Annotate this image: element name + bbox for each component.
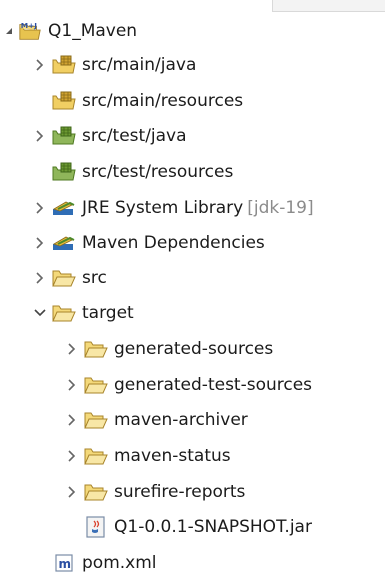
collapsed-arrow-icon[interactable] <box>32 55 48 75</box>
tree-node-maven-archiver[interactable]: maven-archiver <box>64 405 248 435</box>
tree-node-label: src <box>82 268 107 288</box>
test-package-folder-icon <box>52 161 76 183</box>
tree-node-label: pom.xml <box>82 553 157 573</box>
folder-icon <box>52 302 76 324</box>
tree-node-jar-file[interactable]: Q1-0.0.1-SNAPSHOT.jar <box>64 512 312 542</box>
package-folder-icon <box>52 90 76 112</box>
package-folder-icon <box>52 54 76 76</box>
collapsed-arrow-icon[interactable] <box>64 375 80 395</box>
tree-node-label: Maven Dependencies <box>82 233 265 253</box>
tree-node-label: generated-test-sources <box>114 375 313 395</box>
library-icon <box>52 197 76 219</box>
tree-node-label: src/test/java <box>82 126 187 146</box>
tree-node-label: src/main/resources <box>82 91 244 111</box>
tree-node-target[interactable]: target <box>32 298 134 328</box>
tree-node-jre-system-library[interactable]: JRE System Library [jdk-19] <box>32 193 314 223</box>
folder-icon <box>84 481 108 503</box>
library-icon <box>52 232 76 254</box>
tree-node-generated-test-sources[interactable]: generated-test-sources <box>64 370 312 400</box>
collapsed-arrow-icon[interactable] <box>64 410 80 430</box>
jdk-decoration: [jdk-19] <box>247 198 314 218</box>
collapsed-arrow-icon[interactable] <box>64 446 80 466</box>
tree-node-src-main-resources[interactable]: src/main/resources <box>32 86 243 116</box>
collapsed-arrow-icon[interactable] <box>32 126 48 146</box>
tree-node-label: src/main/java <box>82 55 197 75</box>
tree-node-label: src/test/resources <box>82 162 234 182</box>
project-node-q1-maven[interactable]: M+J Q1_Maven <box>2 16 137 46</box>
svg-text:m: m <box>59 557 72 571</box>
tree-node-label: Q1-0.0.1-SNAPSHOT.jar <box>114 517 312 537</box>
tree-node-surefire-reports[interactable]: surefire-reports <box>64 477 245 507</box>
expanded-chevron-icon[interactable] <box>32 303 48 323</box>
folder-icon <box>52 267 76 289</box>
tree-node-generated-sources[interactable]: generated-sources <box>64 334 273 364</box>
tree-node-maven-dependencies[interactable]: Maven Dependencies <box>32 228 265 258</box>
tree-node-label: maven-archiver <box>114 410 248 430</box>
tree-node-src-test-java[interactable]: src/test/java <box>32 121 187 151</box>
collapsed-arrow-icon[interactable] <box>32 268 48 288</box>
tree-node-label: JRE System Library <box>82 198 244 218</box>
tab-strip <box>272 0 385 12</box>
tree-node-label: surefire-reports <box>114 482 246 502</box>
folder-icon <box>84 409 108 431</box>
collapsed-arrow-icon[interactable] <box>32 198 48 218</box>
tree-node-src-test-resources[interactable]: src/test/resources <box>32 157 233 187</box>
folder-icon <box>84 445 108 467</box>
tree-node-label: maven-status <box>114 446 231 466</box>
collapsed-arrow-icon[interactable] <box>32 233 48 253</box>
folder-icon <box>84 338 108 360</box>
tree-node-pom-xml[interactable]: m pom.xml <box>32 548 157 578</box>
tree-node-maven-status[interactable]: maven-status <box>64 441 231 471</box>
maven-badge-text: M+J <box>21 21 38 30</box>
tree-node-label: target <box>82 303 134 323</box>
maven-pom-icon: m <box>52 552 76 574</box>
tree-node-src[interactable]: src <box>32 263 107 293</box>
project-label: Q1_Maven <box>48 21 138 41</box>
maven-project-icon: M+J <box>18 20 42 42</box>
collapsed-arrow-icon[interactable] <box>64 339 80 359</box>
collapsed-arrow-icon[interactable] <box>64 482 80 502</box>
expanded-arrow-icon[interactable] <box>2 21 16 41</box>
folder-icon <box>84 374 108 396</box>
jar-file-icon <box>84 516 108 538</box>
tree-node-label: generated-sources <box>114 339 274 359</box>
tree-node-src-main-java[interactable]: src/main/java <box>32 50 196 80</box>
test-package-folder-icon <box>52 125 76 147</box>
